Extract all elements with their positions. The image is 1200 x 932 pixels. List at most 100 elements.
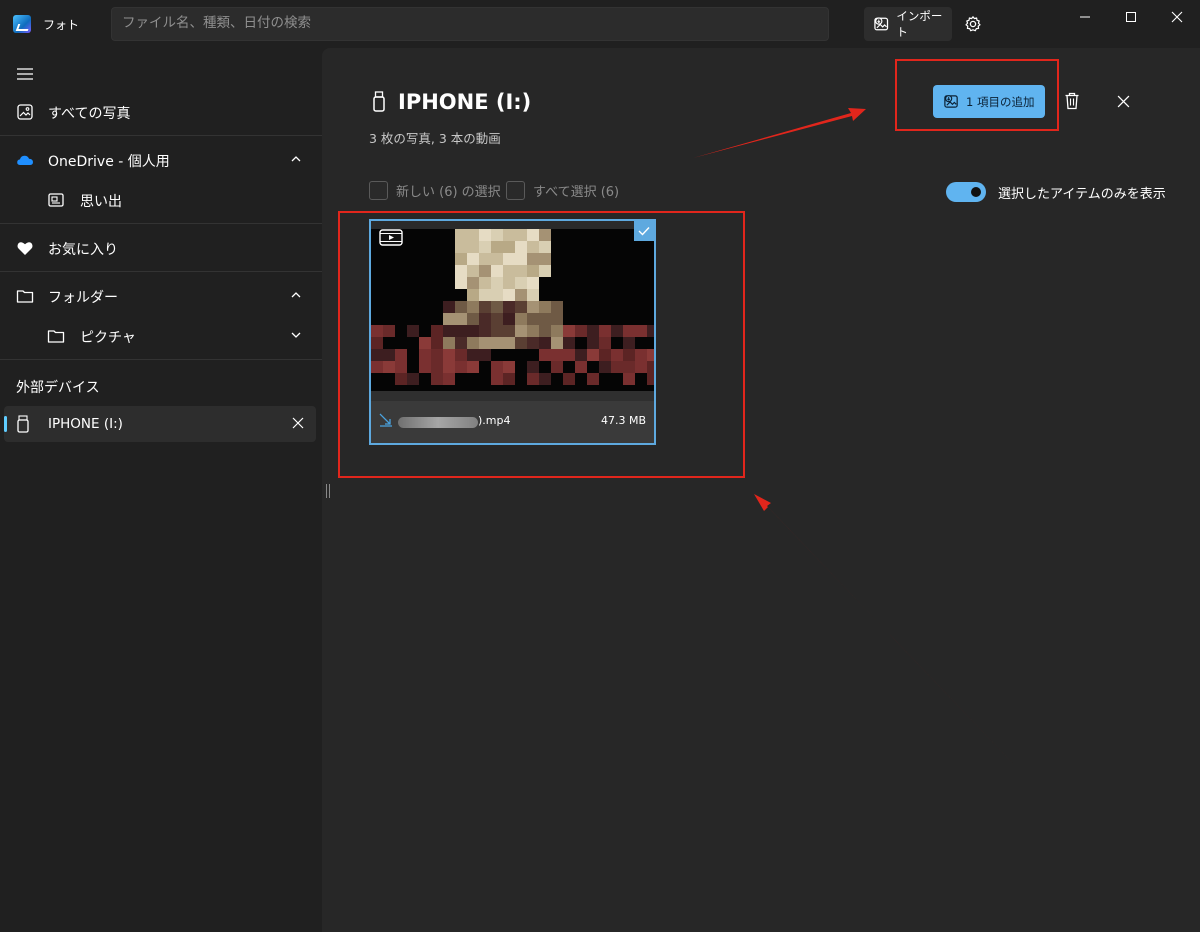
thumbnail-pixel <box>635 325 647 337</box>
chevron-up-icon[interactable] <box>290 153 302 165</box>
close-icon[interactable] <box>292 417 304 429</box>
thumbnail-pixel <box>551 313 563 325</box>
thumbnail-pixel <box>515 301 527 313</box>
thumbnail-pixel <box>383 361 395 373</box>
thumbnail-pixel <box>491 229 503 241</box>
window-close-button[interactable] <box>1162 6 1192 28</box>
toggle-label: 選択したアイテムのみを表示 <box>998 186 1166 202</box>
thumbnail-pixel <box>623 361 635 373</box>
show-selected-only-toggle[interactable]: 選択したアイテムのみを表示 <box>946 182 1166 202</box>
maximize-icon <box>1126 12 1136 22</box>
thumbnail-pixel <box>635 349 647 361</box>
thumbnail-pixel <box>551 349 563 361</box>
sidebar-item-iphone[interactable]: IPHONE (I:) <box>4 406 316 442</box>
thumbnail-pixel <box>431 337 443 349</box>
thumbnail-pixel <box>503 361 515 373</box>
thumbnail-pixel <box>491 373 503 385</box>
thumbnail-pixel <box>443 337 455 349</box>
search-box[interactable] <box>111 7 829 41</box>
close-icon[interactable] <box>1117 95 1130 108</box>
thumbnail-pixel <box>587 349 599 361</box>
thumbnail-pixel <box>539 229 551 241</box>
thumbnail-pixel <box>455 277 467 289</box>
thumbnail-pixel <box>419 361 431 373</box>
divider <box>0 135 322 136</box>
sidebar-item-all-photos[interactable]: すべての写真 <box>0 92 322 132</box>
thumbnail-pixel <box>551 337 563 349</box>
sidebar-item-pictures[interactable]: ピクチャ <box>0 316 322 356</box>
thumbnail-pixel <box>623 349 635 361</box>
pane-resize-handle[interactable] <box>326 484 330 498</box>
trash-icon[interactable] <box>1064 92 1080 110</box>
chevron-down-icon[interactable] <box>290 329 302 341</box>
thumbnail-pixel <box>563 349 575 361</box>
thumbnail-pixel <box>467 289 479 301</box>
checkbox-box[interactable] <box>506 181 525 200</box>
thumbnail-pixel <box>599 361 611 373</box>
search-input[interactable] <box>122 15 818 31</box>
thumbnail-pixel <box>575 349 587 361</box>
thumbnail-pixel <box>479 289 491 301</box>
thumbnail-pixel <box>635 361 647 373</box>
thumbnail-pixel <box>455 241 467 253</box>
thumbnail-pixel <box>503 373 515 385</box>
thumbnail-pixel <box>467 361 479 373</box>
thumbnail-pixel <box>575 325 587 337</box>
thumbnail-pixel <box>515 289 527 301</box>
thumbnail-pixel <box>647 349 654 361</box>
thumbnail-pixel <box>623 373 635 385</box>
thumbnail-pixel <box>647 325 654 337</box>
select-all-label: すべて選択 (6) <box>533 185 620 200</box>
thumbnail-pixel <box>539 349 551 361</box>
thumbnail-pixel <box>455 337 467 349</box>
chevron-up-icon[interactable] <box>290 289 302 301</box>
thumbnail-pixel <box>527 361 539 373</box>
checkbox-box[interactable] <box>369 181 388 200</box>
thumbnail-letterbox <box>371 221 654 229</box>
minimize-icon <box>1080 16 1090 18</box>
thumbnail-pixel <box>383 349 395 361</box>
sidebar-item-favorites[interactable]: お気に入り <box>0 228 322 268</box>
close-icon <box>1171 11 1183 23</box>
sidebar-item-folders[interactable]: フォルダー <box>0 276 322 316</box>
hamburger-icon[interactable] <box>16 67 34 81</box>
thumbnail-pixel <box>443 349 455 361</box>
import-button[interactable]: インポート <box>864 7 952 41</box>
minimize-button[interactable] <box>1070 6 1100 28</box>
folder-icon <box>47 330 65 343</box>
thumbnail-pixel <box>527 373 539 385</box>
media-tile[interactable]: ).mp4 47.3 MB <box>369 219 656 445</box>
video-thumbnail <box>371 221 654 401</box>
thumbnail-pixel <box>371 337 383 349</box>
thumbnail-pixel <box>491 361 503 373</box>
thumbnail-pixel <box>623 337 635 349</box>
settings-button[interactable] <box>962 13 984 35</box>
photos-logo-icon <box>13 15 31 33</box>
thumbnail-pixel <box>431 349 443 361</box>
maximize-button[interactable] <box>1116 6 1146 28</box>
select-all-checkbox[interactable]: すべて選択 (6) <box>506 181 619 200</box>
toggle-switch[interactable] <box>946 182 986 202</box>
thumbnail-pixel <box>455 349 467 361</box>
thumbnail-pixel <box>527 253 539 265</box>
thumbnail-pixel <box>515 253 527 265</box>
sidebar-item-label: フォルダー <box>48 290 118 306</box>
selected-check[interactable] <box>634 221 654 241</box>
select-new-checkbox[interactable]: 新しい (6) の選択 <box>369 181 501 200</box>
thumbnail-pixel <box>563 325 575 337</box>
thumbnail-pixel <box>539 373 551 385</box>
thumbnail-pixel <box>419 349 431 361</box>
thumbnail-pixel <box>491 265 503 277</box>
thumbnail-pixel <box>503 265 515 277</box>
sidebar-item-memories[interactable]: 思い出 <box>0 180 322 220</box>
section-label-external-devices: 外部デバイス <box>16 380 100 396</box>
thumbnail-pixel <box>431 325 443 337</box>
thumbnail-pixel <box>443 301 455 313</box>
add-items-button[interactable]: 1 項目の追加 <box>933 85 1045 118</box>
thumbnail-pixel <box>551 325 563 337</box>
video-icon <box>379 229 403 246</box>
thumbnail-pixel <box>563 373 575 385</box>
sidebar-item-onedrive[interactable]: OneDrive - 個人用 <box>0 140 322 180</box>
import-photo-icon <box>874 17 889 31</box>
thumbnail-pixel <box>479 301 491 313</box>
